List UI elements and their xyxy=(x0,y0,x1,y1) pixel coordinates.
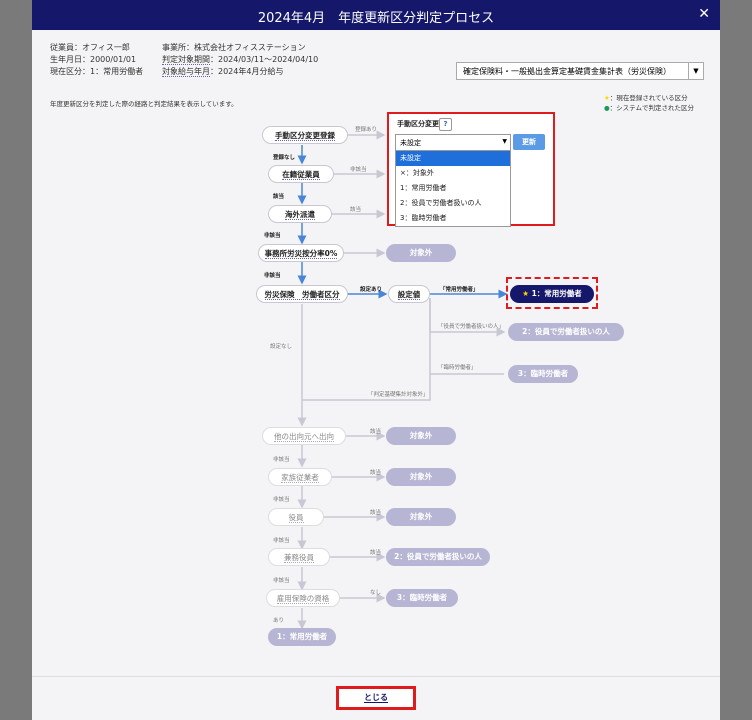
edge-label: 該当 xyxy=(370,510,382,516)
result-exempt-ratio: 対象外 xyxy=(386,244,456,262)
update-button[interactable]: 更新 xyxy=(513,134,545,150)
edge-label: 該当 xyxy=(370,470,382,476)
result-officer-treated-concurrent: 2：役員で労働者扱いの人 xyxy=(386,548,490,566)
edge-label: 非該当 xyxy=(350,167,367,173)
process-modal: 2024年4月 年度更新区分判定プロセス ✕ 従業員：オフィス一郎 生年月日：2… xyxy=(32,0,720,720)
popup-header: 手動区分変更 xyxy=(397,120,439,128)
dropdown-option[interactable]: 2：役員で労働者扱いの人 xyxy=(396,196,510,211)
manual-change-popup: 手動区分変更 ? 未設定 ▼ 更新 未設定 ×：対象外 1：常用労働者 2：役員… xyxy=(387,112,555,227)
edge-label: 非該当 xyxy=(264,233,281,239)
edge-label: 非該当 xyxy=(273,578,290,584)
node-regular-bottom: 1：常用労働者 xyxy=(268,628,336,646)
result-exempt-family: 対象外 xyxy=(386,468,456,486)
dropdown-option[interactable]: 未設定 xyxy=(396,151,510,166)
edge-label: 該当 xyxy=(350,207,362,213)
result-exempt-secondment: 対象外 xyxy=(386,427,456,445)
result-exempt-officer: 対象外 xyxy=(386,508,456,526)
node-secondment: 他の出向元へ出向 xyxy=(262,427,346,445)
node-concurrent: 兼務役員 xyxy=(268,548,330,566)
dropdown-option[interactable]: ×：対象外 xyxy=(396,166,510,181)
close-button[interactable]: とじる xyxy=(336,686,416,710)
edge-label: 非該当 xyxy=(273,538,290,544)
edge-label: 「常用労働者」 xyxy=(440,287,479,293)
node-family: 家族従業者 xyxy=(268,468,332,486)
edge-label: 登録あり xyxy=(355,127,378,133)
node-work-class: 労災保険 労働者区分 xyxy=(256,285,348,303)
result-temp: 3：臨時労働者 xyxy=(508,365,578,383)
edge-label: 登録なし xyxy=(273,155,296,161)
edge-label: 非該当 xyxy=(273,457,290,463)
node-manual-change: 手動区分変更登録 xyxy=(262,126,348,144)
edge-label: 「判定基礎集計対象外」 xyxy=(368,392,429,398)
current-class-highlight xyxy=(506,277,598,309)
result-temp-qualification: 3：臨時労働者 xyxy=(386,589,458,607)
edge-label: 該当 xyxy=(370,550,382,556)
footer-divider xyxy=(32,676,720,677)
dropdown-option[interactable]: 3：臨時労働者 xyxy=(396,211,510,226)
chevron-down-icon[interactable]: ▼ xyxy=(502,138,507,145)
edge-label: 該当 xyxy=(273,194,285,200)
edge-label: なし xyxy=(370,590,382,596)
edge-label: 設定あり xyxy=(360,287,383,293)
edge-label: あり xyxy=(273,618,285,624)
node-overseas: 海外派遣 xyxy=(268,205,332,223)
help-icon[interactable]: ? xyxy=(439,118,452,131)
result-officer-treated: 2：役員で労働者扱いの人 xyxy=(508,323,624,341)
edge-label: 非該当 xyxy=(273,497,290,503)
node-qualification: 雇用保険の資格 xyxy=(266,589,340,607)
edge-label: 該当 xyxy=(370,429,382,435)
edge-label: 設定なし xyxy=(270,344,293,350)
edge-label: 「役員で労働者扱いの人」 xyxy=(438,324,505,330)
manual-class-dropdown: 未設定 ×：対象外 1：常用労働者 2：役員で労働者扱いの人 3：臨時労働者 xyxy=(395,150,511,227)
manual-class-value: 未設定 xyxy=(400,139,421,147)
edge-label: 「臨時労働者」 xyxy=(438,365,477,371)
manual-class-select[interactable]: 未設定 ▼ xyxy=(395,134,511,151)
node-officer: 役員 xyxy=(268,508,324,526)
node-ratio: 事務所労災按分率0% xyxy=(258,244,344,262)
dropdown-option[interactable]: 1：常用労働者 xyxy=(396,181,510,196)
node-set-value: 設定値 xyxy=(388,285,430,303)
node-enrolled: 在籍従業員 xyxy=(268,165,334,183)
edge-label: 非該当 xyxy=(264,273,281,279)
